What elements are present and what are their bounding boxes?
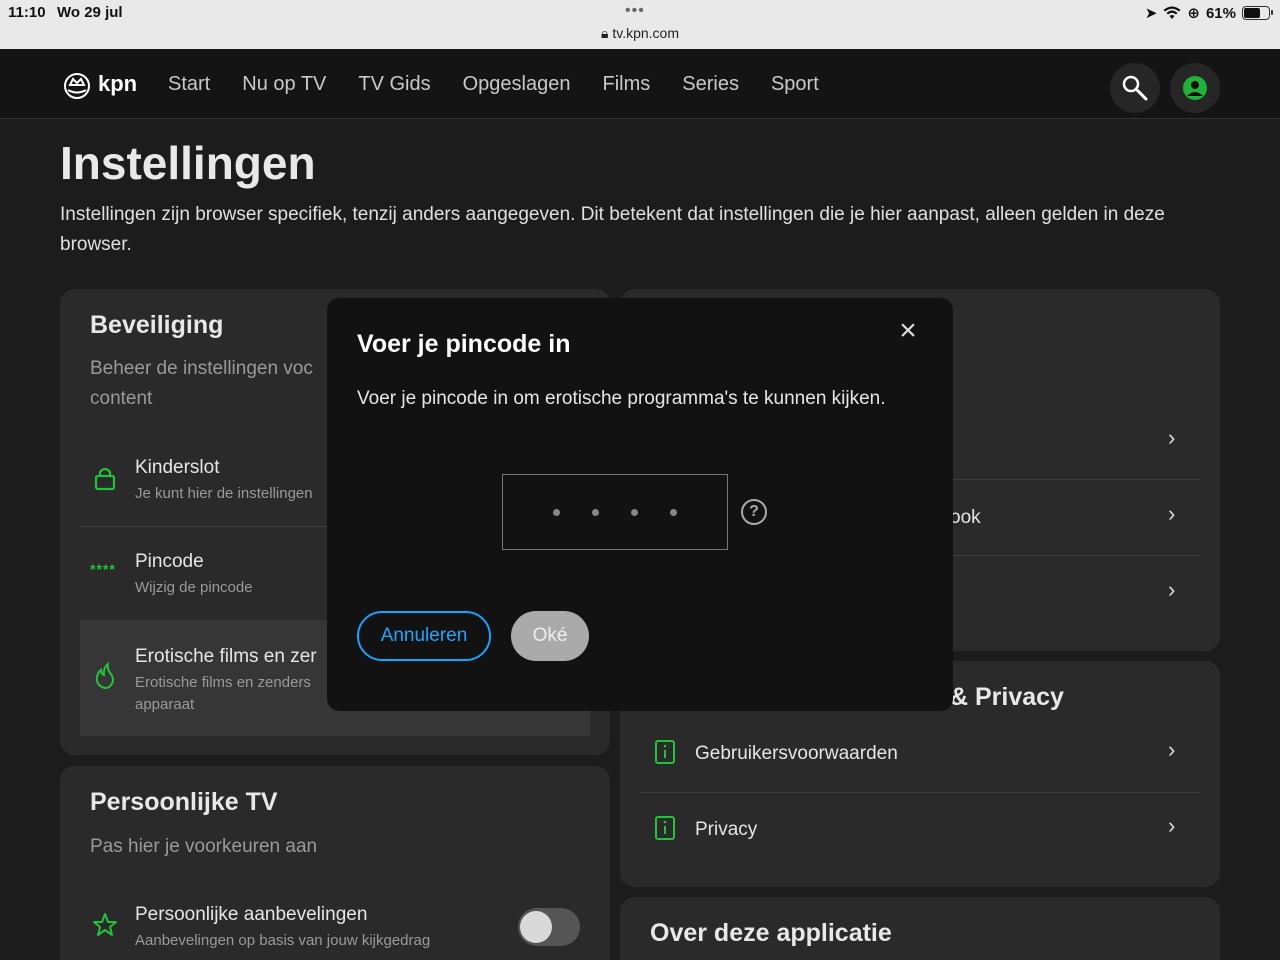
pin-input[interactable] — [502, 474, 728, 550]
ok-button[interactable]: Oké — [511, 611, 589, 661]
help-icon[interactable]: ? — [741, 499, 767, 525]
close-icon[interactable]: × — [895, 316, 921, 346]
dialog-title: Voer je pincode in — [357, 330, 571, 358]
cancel-button[interactable]: Annuleren — [357, 611, 491, 661]
pin-dialog: Voer je pincode in × Voer je pincode in … — [327, 298, 953, 711]
pin-dot — [553, 508, 560, 516]
pin-dot — [631, 508, 638, 516]
modal-overlay: Voer je pincode in × Voer je pincode in … — [0, 0, 1280, 960]
pin-dot — [592, 508, 599, 516]
dialog-message: Voer je pincode in om erotische programm… — [357, 388, 886, 409]
pin-dot — [670, 508, 677, 516]
